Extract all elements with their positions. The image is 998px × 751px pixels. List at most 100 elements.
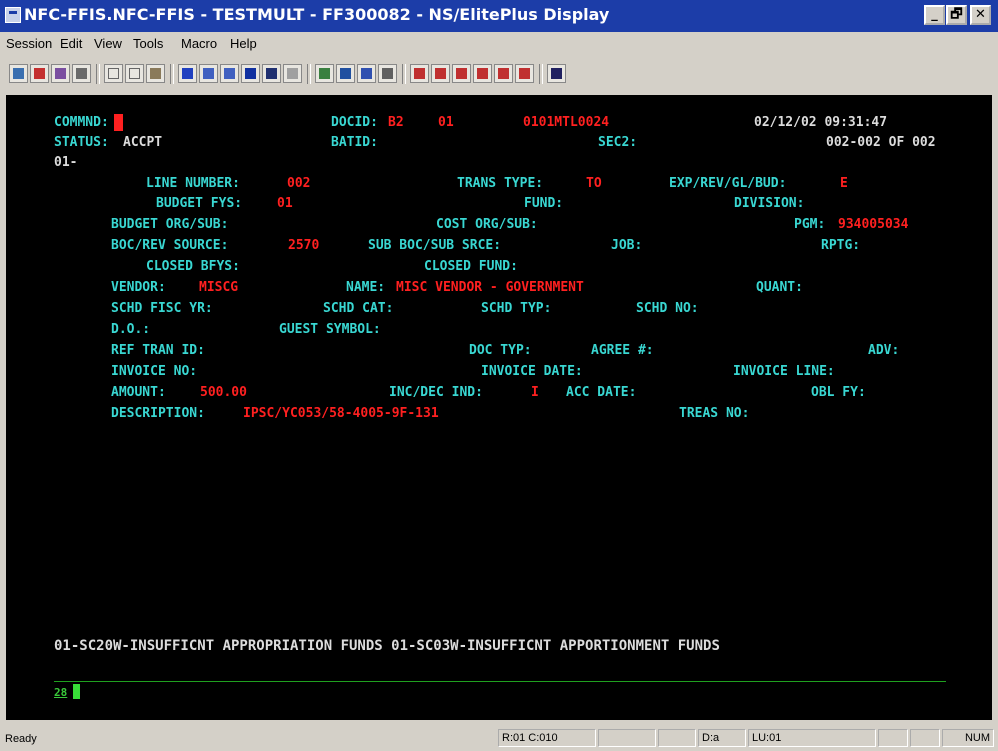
- schd-cat-label: SCHD CAT:: [323, 301, 394, 316]
- status-value: ACCPT: [123, 135, 163, 150]
- budget-org-label: BUDGET ORG/SUB:: [111, 217, 229, 232]
- name-value[interactable]: MISC VENDOR - GOVERNMENT: [396, 280, 584, 296]
- amount-label: AMOUNT:: [111, 385, 166, 400]
- quant-label: QUANT:: [756, 280, 803, 295]
- invoice-line-label: INVOICE LINE:: [733, 364, 835, 379]
- command-input[interactable]: [114, 114, 123, 131]
- message-line: 01-SC20W-INSUFFICNT APPROPRIATION FUNDS …: [54, 638, 720, 654]
- rptg-label: RPTG:: [821, 238, 861, 253]
- description-value[interactable]: IPSC/YC053/58-4005-9F-131: [243, 406, 439, 422]
- help-pointer-icon[interactable]: [547, 64, 566, 83]
- agree-label: AGREE #:: [591, 343, 654, 358]
- macro1-icon[interactable]: [410, 64, 429, 83]
- font-icon[interactable]: [178, 64, 197, 83]
- macro5-icon[interactable]: [494, 64, 513, 83]
- section-number: 01-: [54, 155, 78, 170]
- schd-fisc-yr-label: SCHD FISC YR:: [111, 301, 213, 316]
- toolbar: [0, 58, 998, 92]
- cut-icon[interactable]: [104, 64, 123, 83]
- status-field-blank3: [878, 729, 908, 747]
- status-label: STATUS:: [54, 135, 109, 150]
- menu-edit[interactable]: Edit: [60, 36, 82, 51]
- print-icon[interactable]: [72, 64, 91, 83]
- cursor-position: R:01 C:010: [498, 729, 596, 747]
- amount-value[interactable]: 500.00: [200, 385, 247, 401]
- receive-icon[interactable]: [30, 64, 49, 83]
- input-prefix: 28: [54, 686, 68, 699]
- trans-type-value[interactable]: TO: [586, 176, 602, 192]
- docid-part3: 0101MTL0024: [523, 115, 610, 130]
- app-icon[interactable]: [5, 7, 21, 23]
- do-label: D.O.:: [111, 322, 151, 337]
- sub-boc-label: SUB BOC/SUB SRCE:: [368, 238, 502, 253]
- cost-org-label: COST ORG/SUB:: [436, 217, 538, 232]
- macro4-icon[interactable]: [473, 64, 492, 83]
- lu-field: LU:01: [748, 729, 876, 747]
- menu-bar: Session Edit View Tools Macro Help: [0, 33, 998, 55]
- minimize-button[interactable]: _: [924, 5, 945, 25]
- name-label: NAME:: [346, 280, 386, 295]
- page-info: 002-002 OF 002: [826, 135, 936, 150]
- invoice-no-label: INVOICE NO:: [111, 364, 198, 379]
- maximize-button[interactable]: 🗗: [946, 5, 967, 25]
- zoom-out-icon[interactable]: [220, 64, 239, 83]
- settings-icon[interactable]: [315, 64, 334, 83]
- line-number-value[interactable]: 002: [287, 176, 310, 192]
- vendor-value[interactable]: MISCG: [199, 280, 238, 296]
- guest-symbol-label: GUEST SYMBOL:: [279, 322, 381, 337]
- connect-icon[interactable]: [283, 64, 302, 83]
- input-cursor[interactable]: [73, 684, 80, 699]
- line-number-label: LINE NUMBER:: [146, 176, 240, 191]
- sec2-label: SEC2:: [598, 135, 638, 150]
- status-field-blank2: [658, 729, 696, 747]
- pgm-value[interactable]: 934005034: [838, 217, 908, 233]
- copy-screen-icon[interactable]: [51, 64, 70, 83]
- treas-no-label: TREAS NO:: [679, 406, 750, 421]
- table-icon[interactable]: [357, 64, 376, 83]
- docid-label: DOCID:: [331, 115, 378, 130]
- menu-help[interactable]: Help: [230, 36, 257, 51]
- docid-part2: 01: [438, 115, 454, 130]
- trans-type-label: TRANS TYPE:: [457, 176, 544, 191]
- terminal-screen[interactable]: COMMND: DOCID: B2 01 0101MTL0024 02/12/0…: [6, 95, 992, 720]
- window-title: NFC-FFIS.NFC-FFIS - TESTMULT - FF300082 …: [24, 5, 610, 24]
- menu-tools[interactable]: Tools: [133, 36, 163, 51]
- zoom-in-icon[interactable]: [199, 64, 218, 83]
- boc-rev-value[interactable]: 2570: [288, 238, 319, 254]
- job-label: JOB:: [611, 238, 643, 253]
- menu-macro[interactable]: Macro: [181, 36, 217, 51]
- doc-typ-label: DOC TYP:: [469, 343, 532, 358]
- status-field-blank4: [910, 729, 940, 747]
- send-icon[interactable]: [9, 64, 28, 83]
- title-bar: NFC-FFIS.NFC-FFIS - TESTMULT - FF300082 …: [0, 0, 998, 32]
- menu-view[interactable]: View: [94, 36, 122, 51]
- menu-session[interactable]: Session: [6, 36, 52, 51]
- copy-icon[interactable]: [125, 64, 144, 83]
- macro3-icon[interactable]: [452, 64, 471, 83]
- obl-fy-label: OBL FY:: [811, 385, 866, 400]
- macro2-icon[interactable]: [431, 64, 450, 83]
- capture-icon[interactable]: [336, 64, 355, 83]
- acc-date-label: ACC DATE:: [566, 385, 637, 400]
- close-button[interactable]: ✕: [970, 5, 991, 25]
- invoice-date-label: INVOICE DATE:: [481, 364, 583, 379]
- display-icon[interactable]: [241, 64, 260, 83]
- budget-fys-value[interactable]: 01: [277, 196, 293, 212]
- input-divider: [54, 681, 946, 682]
- vendor-label: VENDOR:: [111, 280, 166, 295]
- exp-rev-value[interactable]: E: [840, 176, 848, 192]
- macro6-icon[interactable]: [515, 64, 534, 83]
- num-lock-indicator: NUM: [942, 729, 994, 747]
- exp-rev-label: EXP/REV/GL/BUD:: [669, 176, 787, 191]
- boc-rev-label: BOC/REV SOURCE:: [111, 238, 229, 253]
- pgm-label: PGM:: [794, 217, 826, 232]
- paste-icon[interactable]: [146, 64, 165, 83]
- record-icon[interactable]: [378, 64, 397, 83]
- closed-bfys-label: CLOSED BFYS:: [146, 259, 240, 274]
- fit-icon[interactable]: [262, 64, 281, 83]
- schd-no-label: SCHD NO:: [636, 301, 699, 316]
- ref-tran-id-label: REF TRAN ID:: [111, 343, 205, 358]
- incdec-value[interactable]: I: [531, 385, 539, 401]
- adv-label: ADV:: [868, 343, 900, 358]
- fund-label: FUND:: [524, 196, 564, 211]
